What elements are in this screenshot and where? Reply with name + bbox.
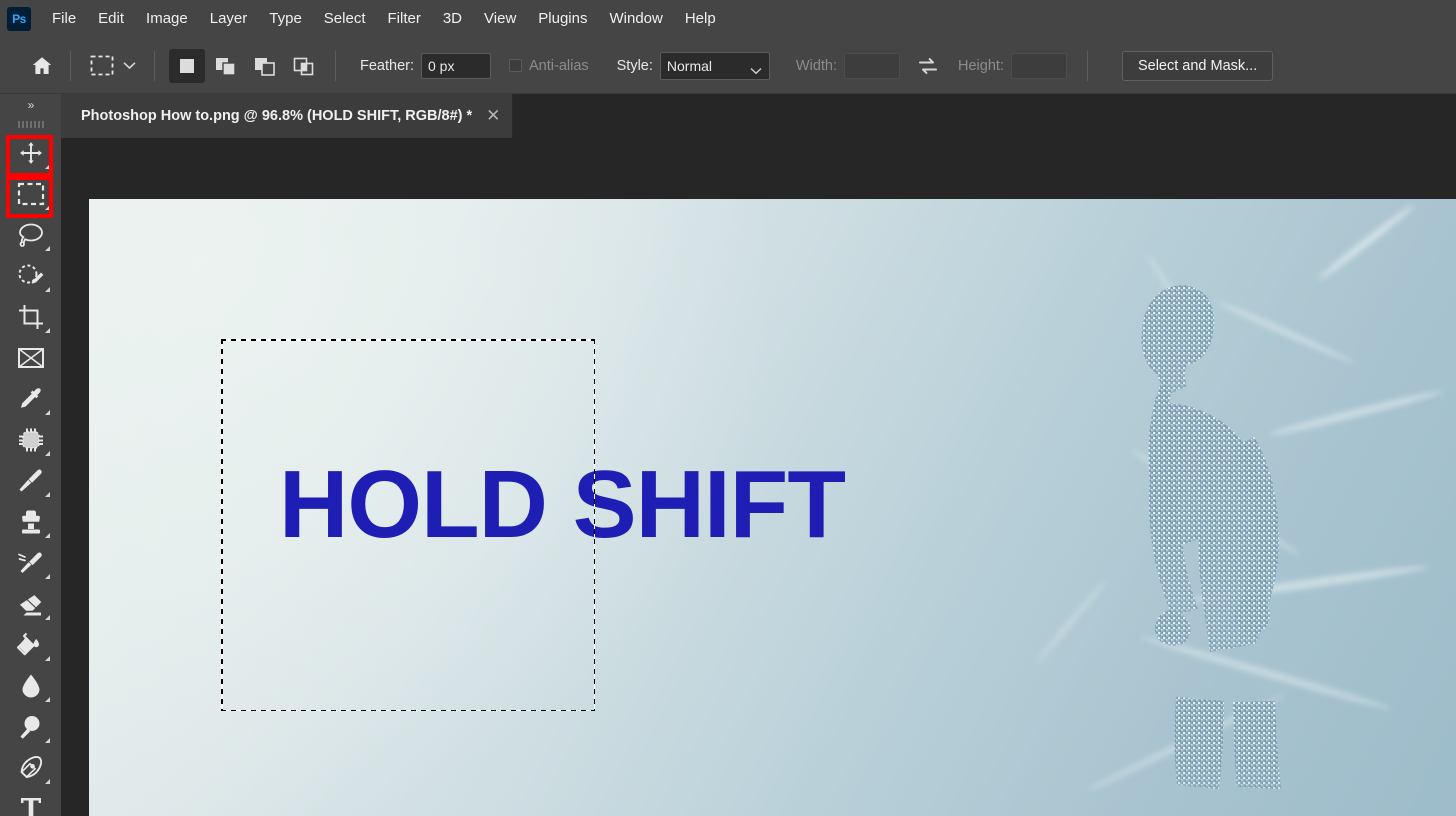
document-tab-title: Photoshop How to.png @ 96.8% (HOLD SHIFT… <box>81 108 473 124</box>
document-tab[interactable]: Photoshop How to.png @ 96.8% (HOLD SHIFT… <box>61 94 514 138</box>
menu-item-image[interactable]: Image <box>135 6 199 32</box>
eyedropper-tool[interactable] <box>7 378 54 419</box>
image-canvas[interactable]: HOLD SHIFT <box>89 199 1456 816</box>
options-bar: Feather: Anti-alias Style: Normal Width:… <box>0 38 1456 94</box>
flyout-triangle-icon <box>45 656 50 661</box>
spot-healing-brush-tool[interactable] <box>7 419 54 460</box>
flyout-triangle-icon <box>45 205 50 210</box>
selection-edge-bottom <box>221 709 595 711</box>
photoshop-window: Ps File Edit Image Layer Type Select Filter 3D V… <box>0 0 1456 816</box>
intersect-with-selection-button[interactable] <box>286 49 322 83</box>
add-to-selection-button[interactable] <box>208 49 244 83</box>
flyout-triangle-icon <box>45 328 50 333</box>
menu-item-type[interactable]: Type <box>258 6 313 32</box>
style-value: Normal <box>666 57 713 74</box>
menu-item-plugins[interactable]: Plugins <box>527 6 598 32</box>
close-icon[interactable]: ✕ <box>486 107 500 124</box>
blur-tool[interactable] <box>7 665 54 706</box>
flyout-triangle-icon <box>45 779 50 784</box>
menu-item-select[interactable]: Select <box>313 6 377 32</box>
menu-item-layer[interactable]: Layer <box>199 6 259 32</box>
photoshop-logo-icon: Ps <box>7 7 31 31</box>
flyout-triangle-icon <box>45 246 50 251</box>
flyout-triangle-icon <box>45 287 50 292</box>
menu-item-help[interactable]: Help <box>674 6 727 32</box>
divider <box>70 50 71 81</box>
home-icon[interactable] <box>22 46 62 86</box>
light-wisp <box>1316 202 1416 283</box>
style-label: Style: <box>616 57 653 74</box>
crop-tool[interactable] <box>7 296 54 337</box>
anti-alias-label: Anti-alias <box>529 57 589 74</box>
frame-tool[interactable] <box>7 337 54 378</box>
menu-item-file[interactable]: File <box>41 6 87 32</box>
menu-item-3d[interactable]: 3D <box>432 6 473 32</box>
gradient-tool[interactable] <box>7 624 54 665</box>
chevron-down-icon <box>123 57 136 75</box>
width-input[interactable] <box>844 52 900 79</box>
tool-preset-picker[interactable] <box>79 53 146 79</box>
pen-tool[interactable] <box>7 747 54 788</box>
height-input[interactable] <box>1010 52 1067 79</box>
rectangular-marquee-icon <box>89 53 115 79</box>
menu-item-view[interactable]: View <box>473 6 527 32</box>
flyout-triangle-icon <box>45 697 50 702</box>
width-label: Width: <box>795 57 837 74</box>
feather-input[interactable] <box>421 52 491 79</box>
particle-human-figure <box>1088 277 1338 816</box>
selection-edge-left <box>221 339 223 711</box>
selection-edge-top <box>221 339 595 341</box>
selection-mode-group <box>169 48 325 83</box>
chevron-down-icon <box>750 62 762 78</box>
menu-item-edit[interactable]: Edit <box>87 6 135 32</box>
divider <box>335 50 336 81</box>
object-selection-tool[interactable] <box>7 255 54 296</box>
feather-label: Feather: <box>360 57 414 74</box>
menu-item-filter[interactable]: Filter <box>377 6 432 32</box>
swap-arrows-icon[interactable] <box>914 53 942 79</box>
style-select[interactable]: Normal <box>659 51 770 80</box>
menu-item-window[interactable]: Window <box>598 6 673 32</box>
flyout-triangle-icon <box>45 533 50 538</box>
new-selection-button[interactable] <box>169 48 205 83</box>
lasso-tool[interactable] <box>7 214 54 255</box>
eraser-tool[interactable] <box>7 583 54 624</box>
tools-panel: » <box>0 94 61 816</box>
selection-edge-right <box>593 339 595 711</box>
document-tab-bar: Photoshop How to.png @ 96.8% (HOLD SHIFT… <box>0 94 1456 138</box>
flyout-triangle-icon <box>45 492 50 497</box>
flyout-triangle-icon <box>45 615 50 620</box>
dodge-tool[interactable] <box>7 706 54 747</box>
subtract-from-selection-button[interactable] <box>247 49 283 83</box>
type-tool[interactable] <box>7 788 54 816</box>
move-tool[interactable] <box>7 132 54 173</box>
anti-alias-checkbox[interactable]: Anti-alias <box>509 58 589 74</box>
flyout-triangle-icon <box>45 451 50 456</box>
flyout-triangle-icon <box>45 738 50 743</box>
flyout-triangle-icon <box>45 410 50 415</box>
marching-ants-selection[interactable] <box>221 339 595 711</box>
select-and-mask-button[interactable]: Select and Mask... <box>1121 50 1274 81</box>
history-brush-tool[interactable] <box>7 542 54 583</box>
double-chevron-right-icon[interactable]: » <box>0 94 61 116</box>
checkbox-box <box>509 59 522 72</box>
height-label: Height: <box>958 57 1004 74</box>
workspace: HOLD SHIFT <box>61 138 1456 816</box>
flyout-triangle-icon <box>45 574 50 579</box>
drag-grip-icon[interactable] <box>0 116 61 132</box>
divider <box>154 50 155 81</box>
clone-stamp-tool[interactable] <box>7 501 54 542</box>
menu-bar: Ps File Edit Image Layer Type Select Filter 3D V… <box>0 0 1456 38</box>
brush-tool[interactable] <box>7 460 54 501</box>
divider <box>1086 50 1088 81</box>
flyout-triangle-icon <box>45 164 50 169</box>
rectangular-marquee-tool[interactable] <box>7 173 54 214</box>
